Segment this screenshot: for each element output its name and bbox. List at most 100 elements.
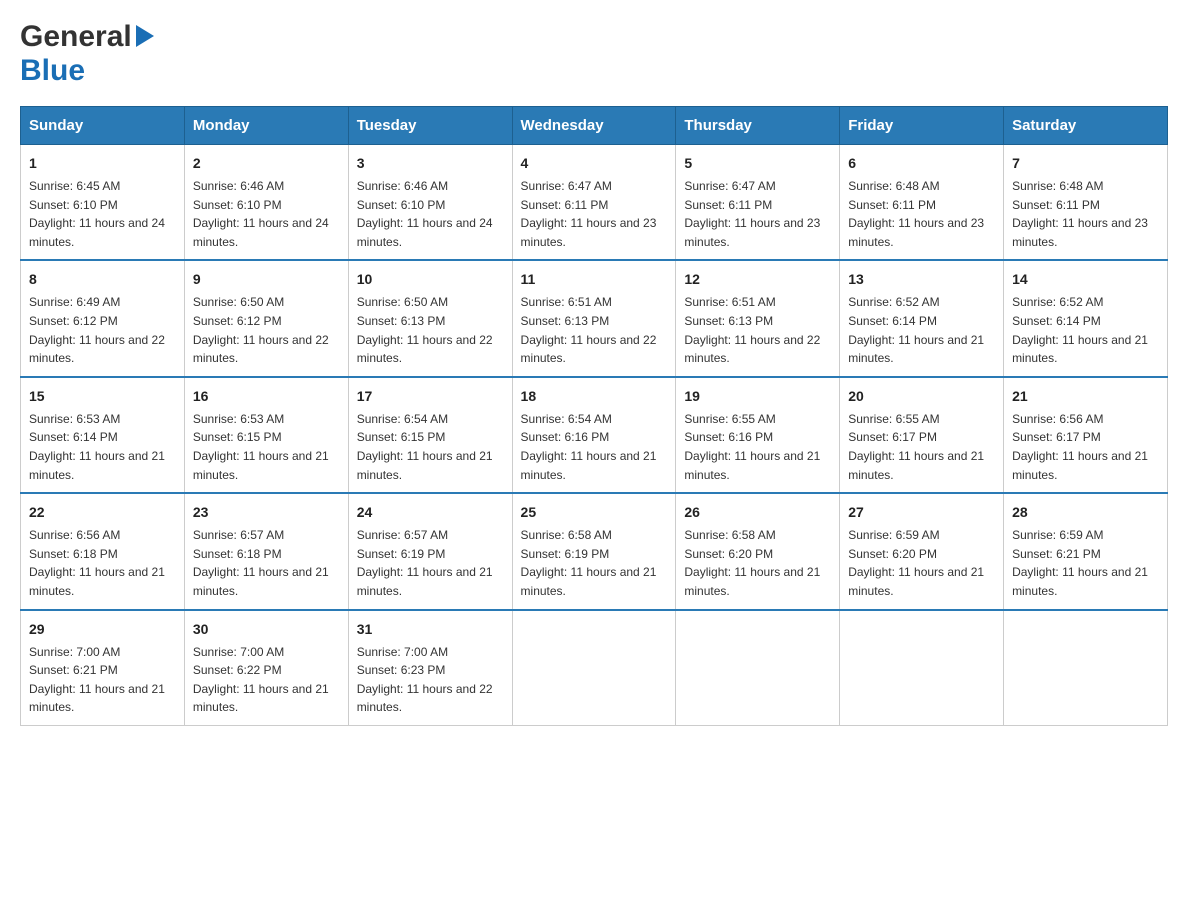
calendar-cell: 6 Sunrise: 6:48 AMSunset: 6:11 PMDaylight… (840, 145, 1004, 261)
calendar-cell: 11 Sunrise: 6:51 AMSunset: 6:13 PMDayligh… (512, 260, 676, 376)
calendar-cell: 5Sunrise: 6:47 AMSunset: 6:11 PMDaylight… (676, 145, 840, 261)
calendar-cell: 23 Sunrise: 6:57 AMSunset: 6:18 PMDayligh… (184, 493, 348, 609)
logo-blue-text: Blue (20, 54, 85, 87)
header-monday: Monday (184, 107, 348, 145)
week-row-2: 8Sunrise: 6:49 AMSunset: 6:12 PMDaylight… (21, 260, 1168, 376)
logo-general-text: General (20, 20, 132, 54)
day-info: Sunrise: 6:55 AMSunset: 6:17 PMDaylight:… (848, 410, 995, 484)
day-number: 20 (848, 386, 995, 407)
day-number: 18 (521, 386, 668, 407)
calendar-cell: 12 Sunrise: 6:51 AMSunset: 6:13 PMDayligh… (676, 260, 840, 376)
header-saturday: Saturday (1004, 107, 1168, 145)
calendar-cell: 26 Sunrise: 6:58 AMSunset: 6:20 PMDayligh… (676, 493, 840, 609)
calendar-cell: 28 Sunrise: 6:59 AMSunset: 6:21 PMDayligh… (1004, 493, 1168, 609)
calendar-cell: 27Sunrise: 6:59 AMSunset: 6:20 PMDayligh… (840, 493, 1004, 609)
day-number: 21 (1012, 386, 1159, 407)
calendar-cell: 7Sunrise: 6:48 AMSunset: 6:11 PMDaylight… (1004, 145, 1168, 261)
day-info: Sunrise: 6:53 AMSunset: 6:14 PMDaylight:… (29, 410, 176, 484)
calendar-cell: 8Sunrise: 6:49 AMSunset: 6:12 PMDaylight… (21, 260, 185, 376)
day-info: Sunrise: 7:00 AMSunset: 6:23 PMDaylight:… (357, 643, 504, 717)
header-wednesday: Wednesday (512, 107, 676, 145)
day-number: 19 (684, 386, 831, 407)
day-number: 7 (1012, 153, 1159, 174)
day-number: 4 (521, 153, 668, 174)
logo: General Blue (20, 20, 154, 88)
day-info: Sunrise: 6:46 AMSunset: 6:10 PMDaylight:… (357, 177, 504, 251)
day-number: 11 (521, 269, 668, 290)
header-sunday: Sunday (21, 107, 185, 145)
day-info: Sunrise: 6:54 AMSunset: 6:15 PMDaylight:… (357, 410, 504, 484)
day-number: 31 (357, 619, 504, 640)
calendar-cell: 30Sunrise: 7:00 AMSunset: 6:22 PMDayligh… (184, 610, 348, 726)
day-info: Sunrise: 6:47 AMSunset: 6:11 PMDaylight:… (684, 177, 831, 251)
day-info: Sunrise: 6:52 AMSunset: 6:14 PMDaylight:… (848, 293, 995, 367)
calendar-cell: 15 Sunrise: 6:53 AMSunset: 6:14 PMDayligh… (21, 377, 185, 493)
header-thursday: Thursday (676, 107, 840, 145)
weekday-header-row: SundayMondayTuesdayWednesdayThursdayFrid… (21, 107, 1168, 145)
day-number: 23 (193, 502, 340, 523)
day-number: 17 (357, 386, 504, 407)
day-info: Sunrise: 6:58 AMSunset: 6:19 PMDaylight:… (521, 526, 668, 600)
calendar-cell (840, 610, 1004, 726)
day-info: Sunrise: 6:45 AMSunset: 6:10 PMDaylight:… (29, 177, 176, 251)
calendar-cell: 17 Sunrise: 6:54 AMSunset: 6:15 PMDayligh… (348, 377, 512, 493)
day-info: Sunrise: 6:50 AMSunset: 6:12 PMDaylight:… (193, 293, 340, 367)
day-number: 27 (848, 502, 995, 523)
calendar-cell (1004, 610, 1168, 726)
day-info: Sunrise: 6:47 AMSunset: 6:11 PMDaylight:… (521, 177, 668, 251)
day-number: 6 (848, 153, 995, 174)
day-info: Sunrise: 6:53 AMSunset: 6:15 PMDaylight:… (193, 410, 340, 484)
day-number: 8 (29, 269, 176, 290)
header-tuesday: Tuesday (348, 107, 512, 145)
calendar-cell: 19 Sunrise: 6:55 AMSunset: 6:16 PMDayligh… (676, 377, 840, 493)
day-number: 10 (357, 269, 504, 290)
day-info: Sunrise: 6:48 AMSunset: 6:11 PMDaylight:… (848, 177, 995, 251)
day-number: 12 (684, 269, 831, 290)
day-number: 3 (357, 153, 504, 174)
day-info: Sunrise: 6:56 AMSunset: 6:17 PMDaylight:… (1012, 410, 1159, 484)
day-number: 26 (684, 502, 831, 523)
calendar-cell: 29Sunrise: 7:00 AMSunset: 6:21 PMDayligh… (21, 610, 185, 726)
day-info: Sunrise: 6:51 AMSunset: 6:13 PMDaylight:… (521, 293, 668, 367)
calendar-cell (676, 610, 840, 726)
week-row-5: 29Sunrise: 7:00 AMSunset: 6:21 PMDayligh… (21, 610, 1168, 726)
day-info: Sunrise: 6:57 AMSunset: 6:18 PMDaylight:… (193, 526, 340, 600)
day-info: Sunrise: 6:54 AMSunset: 6:16 PMDaylight:… (521, 410, 668, 484)
logo-triangle-icon (136, 25, 154, 52)
day-number: 9 (193, 269, 340, 290)
calendar-cell: 18 Sunrise: 6:54 AMSunset: 6:16 PMDayligh… (512, 377, 676, 493)
header-friday: Friday (840, 107, 1004, 145)
calendar-cell: 13Sunrise: 6:52 AMSunset: 6:14 PMDayligh… (840, 260, 1004, 376)
calendar-cell: 2Sunrise: 6:46 AMSunset: 6:10 PMDaylight… (184, 145, 348, 261)
day-info: Sunrise: 6:59 AMSunset: 6:21 PMDaylight:… (1012, 526, 1159, 600)
calendar-cell: 24Sunrise: 6:57 AMSunset: 6:19 PMDayligh… (348, 493, 512, 609)
day-number: 14 (1012, 269, 1159, 290)
calendar-cell: 10 Sunrise: 6:50 AMSunset: 6:13 PMDayligh… (348, 260, 512, 376)
day-info: Sunrise: 6:52 AMSunset: 6:14 PMDaylight:… (1012, 293, 1159, 367)
calendar-cell (512, 610, 676, 726)
calendar-cell: 1Sunrise: 6:45 AMSunset: 6:10 PMDaylight… (21, 145, 185, 261)
day-info: Sunrise: 6:51 AMSunset: 6:13 PMDaylight:… (684, 293, 831, 367)
day-number: 22 (29, 502, 176, 523)
day-number: 29 (29, 619, 176, 640)
day-number: 16 (193, 386, 340, 407)
day-info: Sunrise: 6:58 AMSunset: 6:20 PMDaylight:… (684, 526, 831, 600)
day-number: 24 (357, 502, 504, 523)
calendar-cell: 14 Sunrise: 6:52 AMSunset: 6:14 PMDayligh… (1004, 260, 1168, 376)
calendar-cell: 21 Sunrise: 6:56 AMSunset: 6:17 PMDayligh… (1004, 377, 1168, 493)
calendar-cell: 16 Sunrise: 6:53 AMSunset: 6:15 PMDayligh… (184, 377, 348, 493)
day-number: 15 (29, 386, 176, 407)
page-header: General Blue (20, 20, 1168, 88)
day-info: Sunrise: 6:55 AMSunset: 6:16 PMDaylight:… (684, 410, 831, 484)
calendar-table: SundayMondayTuesdayWednesdayThursdayFrid… (20, 106, 1168, 726)
week-row-1: 1Sunrise: 6:45 AMSunset: 6:10 PMDaylight… (21, 145, 1168, 261)
calendar-cell: 22 Sunrise: 6:56 AMSunset: 6:18 PMDayligh… (21, 493, 185, 609)
calendar-cell: 31 Sunrise: 7:00 AMSunset: 6:23 PMDayligh… (348, 610, 512, 726)
day-info: Sunrise: 6:50 AMSunset: 6:13 PMDaylight:… (357, 293, 504, 367)
day-number: 28 (1012, 502, 1159, 523)
day-number: 25 (521, 502, 668, 523)
day-info: Sunrise: 6:56 AMSunset: 6:18 PMDaylight:… (29, 526, 176, 600)
calendar-cell: 9 Sunrise: 6:50 AMSunset: 6:12 PMDaylight… (184, 260, 348, 376)
day-info: Sunrise: 6:46 AMSunset: 6:10 PMDaylight:… (193, 177, 340, 251)
calendar-cell: 3 Sunrise: 6:46 AMSunset: 6:10 PMDaylight… (348, 145, 512, 261)
